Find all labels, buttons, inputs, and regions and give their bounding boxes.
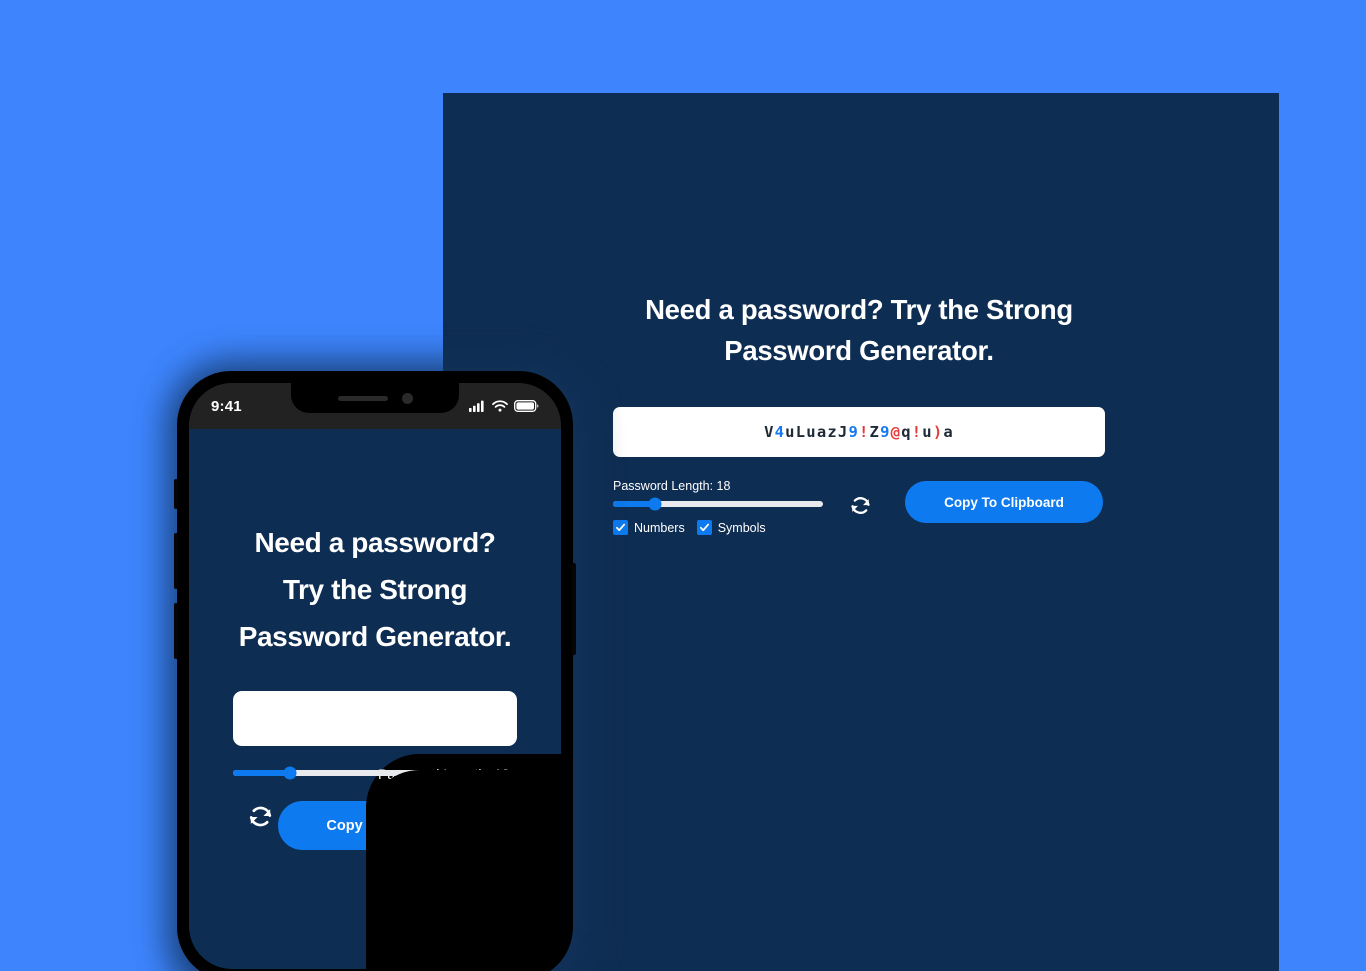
wifi-icon <box>492 400 508 412</box>
password-char: a <box>943 423 954 441</box>
password-char: V <box>764 423 775 441</box>
phone-heading-line-3: Password Generator. <box>238 621 512 652</box>
slider-thumb[interactable] <box>283 766 297 780</box>
option-symbols[interactable]: Symbols <box>696 520 766 535</box>
phone-options-row: Numbers Symbols <box>366 770 561 969</box>
desktop-app-container: Need a password? Try the Strong Password… <box>613 289 1105 535</box>
password-char: u <box>785 423 796 441</box>
password-char: u <box>806 423 817 441</box>
password-output-field[interactable]: V4uLuazJ9!Z9@q!u)a <box>613 407 1105 457</box>
slider-thumb[interactable] <box>648 497 662 511</box>
password-char: z <box>827 423 838 441</box>
slider-fill <box>233 770 290 776</box>
phone-app-container: Need a password? Try the Strong Password… <box>189 519 561 969</box>
phone-page-title: Need a password? Try the Strong Password… <box>233 519 517 660</box>
password-char: Z <box>869 423 881 441</box>
phone-password-output-field[interactable]: V4uLuazJ9!Z9@q!u)a <box>233 691 561 969</box>
option-symbols-label: Symbols <box>717 520 766 535</box>
password-char: ! <box>911 423 923 441</box>
password-char: L <box>795 423 807 441</box>
option-numbers-label: Numbers <box>634 520 685 535</box>
length-control-group: Password Length: 18 Numbers Symbols <box>613 477 823 535</box>
page-title: Need a password? Try the Strong Password… <box>613 289 1105 371</box>
password-char: 9 <box>880 423 891 441</box>
phone-mute-switch[interactable] <box>174 479 178 509</box>
cellular-signal-icon <box>469 400 484 412</box>
password-char: 9 <box>848 423 859 441</box>
regenerate-password-button[interactable] <box>849 494 872 517</box>
checkbox-numbers[interactable] <box>613 520 628 535</box>
battery-icon <box>514 400 539 412</box>
refresh-icon <box>249 806 271 826</box>
option-numbers[interactable]: Numbers <box>613 520 685 535</box>
phone-volume-up-button[interactable] <box>174 533 178 589</box>
phone-regenerate-password-button[interactable] <box>247 803 274 830</box>
phone-power-button[interactable] <box>572 563 576 655</box>
phone-heading-line-1: Need a password? <box>254 527 496 558</box>
check-icon <box>615 523 626 532</box>
checkbox-symbols[interactable] <box>696 520 712 535</box>
password-char: a <box>816 423 828 441</box>
controls-row: Password Length: 18 Numbers Symbols Copy… <box>613 477 1105 535</box>
status-time: 9:41 <box>211 397 242 415</box>
password-char: q <box>901 423 912 441</box>
password-char: ) <box>932 423 944 441</box>
phone-volume-down-button[interactable] <box>174 603 178 659</box>
earpiece-speaker <box>337 395 388 401</box>
refresh-icon <box>851 497 870 514</box>
phone-mockup: 9:41 Need a password? Try the Strong Pas… <box>174 371 576 971</box>
password-char: 4 <box>774 423 786 441</box>
phone-heading-line-2: Try the Strong <box>282 574 468 605</box>
phone-notch <box>291 383 459 413</box>
options-row: Numbers Symbols <box>613 520 823 535</box>
heading-line-2: Password Generator. <box>724 335 994 366</box>
password-char: ! <box>859 423 870 441</box>
heading-line-1: Need a password? Try the Strong <box>645 294 1073 325</box>
password-length-slider[interactable] <box>613 497 823 511</box>
front-camera-icon <box>401 392 413 404</box>
phone-screen: 9:41 Need a password? Try the Strong Pas… <box>189 383 561 969</box>
password-char: u <box>922 423 933 441</box>
status-icons <box>469 400 539 412</box>
check-icon <box>699 523 709 532</box>
password-length-label: Password Length: 18 <box>613 479 731 493</box>
password-char: J <box>837 423 849 441</box>
password-text: V4uLuazJ9!Z9@q!u)a <box>764 423 954 441</box>
password-char: @ <box>890 423 902 441</box>
copy-to-clipboard-button[interactable]: Copy To Clipboard <box>905 481 1103 523</box>
